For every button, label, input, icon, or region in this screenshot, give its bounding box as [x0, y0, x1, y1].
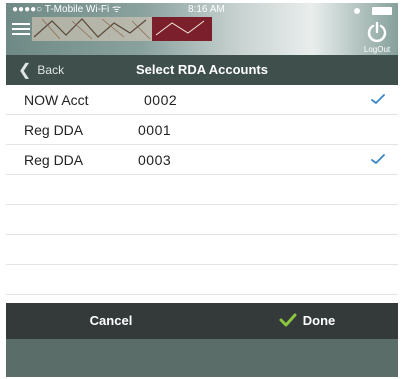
account-number: 0001 — [138, 122, 172, 138]
account-row[interactable]: Reg DDA 0003 — [6, 145, 398, 175]
account-row[interactable]: Reg DDA 0001 — [6, 115, 398, 145]
checkmark-icon — [371, 94, 385, 104]
bottom-action-bar: Cancel Done — [6, 303, 398, 339]
checkmark-icon — [371, 154, 385, 164]
empty-row — [6, 265, 398, 295]
status-time: 8:16 AM — [188, 4, 225, 15]
power-icon — [367, 21, 387, 43]
footer-area — [6, 339, 398, 377]
page-title: Select RDA Accounts — [136, 62, 268, 77]
account-number: 0002 — [144, 92, 178, 108]
logout-button[interactable]: LogOut — [362, 21, 392, 54]
back-button[interactable]: ❮ Back — [18, 55, 64, 85]
cancel-button[interactable]: Cancel — [6, 303, 216, 339]
done-button[interactable]: Done — [216, 303, 398, 339]
app-header: ●●●●○ T-Mobile Wi-Fi ᯤ 8:16 AM LogOut — [6, 3, 398, 55]
logout-label: LogOut — [363, 45, 391, 54]
account-name: NOW Acct — [24, 92, 89, 108]
chevron-left-icon: ❮ — [18, 62, 32, 79]
account-name: Reg DDA — [24, 152, 84, 168]
status-right — [354, 5, 392, 19]
account-list: NOW Acct 0002 Reg DDA 0001 Reg DDA 0003 — [6, 85, 398, 295]
back-label: Back — [37, 63, 65, 77]
account-number: 0003 — [138, 152, 172, 168]
status-bar: ●●●●○ T-Mobile Wi-Fi ᯤ 8:16 AM — [6, 3, 398, 17]
checkmark-icon — [279, 313, 297, 327]
empty-row — [6, 175, 398, 205]
banner-artwork — [32, 17, 212, 41]
navigation-bar: Select RDA Accounts ❮ Back — [6, 55, 398, 85]
carrier-signal: ●●●●○ T-Mobile Wi-Fi ᯤ — [12, 4, 122, 15]
hamburger-menu-icon[interactable] — [12, 21, 30, 37]
empty-row — [6, 205, 398, 235]
bluetooth-icon — [354, 8, 360, 15]
app-screen: ●●●●○ T-Mobile Wi-Fi ᯤ 8:16 AM LogOut Se… — [6, 3, 398, 377]
account-row[interactable]: NOW Acct 0002 — [6, 85, 398, 115]
done-label: Done — [302, 313, 336, 328]
account-name: Reg DDA — [24, 122, 84, 138]
battery-icon — [372, 7, 392, 16]
empty-row — [6, 235, 398, 265]
